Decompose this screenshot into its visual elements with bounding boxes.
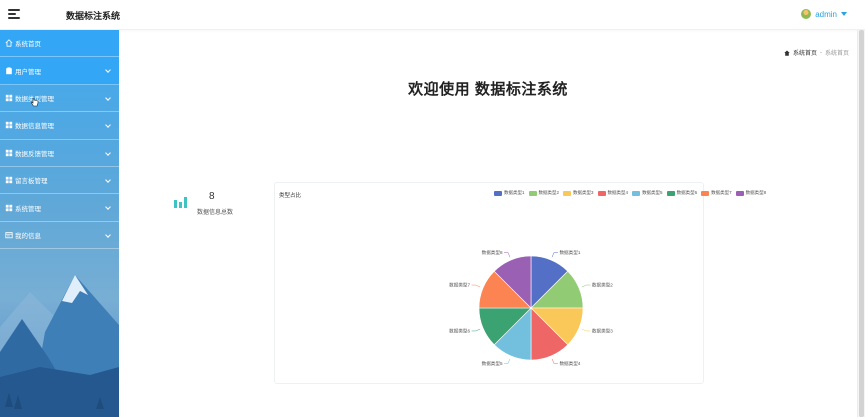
sidebar-item-system[interactable]: 系统管理 <box>0 194 119 222</box>
pie-slice-label: 数据类型7 <box>449 282 470 289</box>
stat-label: 数据信息总数 <box>197 210 234 216</box>
pie-slice-label: 数据类型2 <box>592 282 613 289</box>
avatar <box>801 9 812 19</box>
chevron-down-icon <box>105 122 111 129</box>
sidebar-item-label: 数据反馈管理 <box>15 150 54 158</box>
sidebar-item-label: 系统首页 <box>15 41 41 49</box>
user-name: admin <box>815 9 837 19</box>
pie-label-line <box>581 328 591 332</box>
sidebar-item-label: 数据信息管理 <box>15 123 54 131</box>
grid-icon <box>5 122 13 129</box>
chevron-down-icon <box>105 177 111 183</box>
sidebar-item-data-feedback[interactable]: 数据反馈管理 <box>0 140 119 167</box>
legend-item[interactable]: 数据类型8 <box>735 190 767 196</box>
grid-icon <box>5 94 13 102</box>
pie-slice-label: 数据类型8 <box>482 249 503 256</box>
sidebar: 系统首页 用户管理 数据类型管理 数据信息管理 数据反馈管理 留言板管理 系统管… <box>0 30 119 417</box>
chevron-down-icon <box>105 231 111 238</box>
sidebar-item-label: 留言板管理 <box>15 178 48 186</box>
pie-slice-label: 数据类型4 <box>559 360 580 367</box>
legend-swatch <box>735 190 744 196</box>
sidebar-item-data-info[interactable]: 数据信息管理 <box>0 112 119 140</box>
legend-label: 数据类型7 <box>711 190 732 195</box>
pie-label-line <box>471 284 481 288</box>
sidebar-item-user-management[interactable]: 用户管理 <box>0 57 119 85</box>
pie-label-line <box>504 252 511 258</box>
pie-chart-card: 类型占比 数据类型1 数据类型2 数据类型3 数据类型4 数据类型5 数据类型6 数据类型7… <box>274 182 766 384</box>
chevron-down-icon <box>105 67 111 74</box>
scrollbar[interactable] <box>857 30 865 417</box>
bar-chart-icon <box>174 197 187 208</box>
caret-down-icon <box>841 12 847 16</box>
grid-icon <box>5 176 13 184</box>
pie-label-line <box>504 358 511 364</box>
breadcrumb-current: 系统首页 <box>824 51 849 57</box>
pie-slice-label: 数据类型6 <box>449 328 470 335</box>
legend-item[interactable]: 数据类型7 <box>701 190 732 196</box>
pie-slice-label: 数据类型3 <box>592 328 613 335</box>
sidebar-item-label: 用户管理 <box>15 68 41 76</box>
home-icon <box>5 39 13 47</box>
user-menu[interactable]: admin <box>801 9 847 19</box>
mountain-background <box>0 275 119 417</box>
chevron-down-icon <box>105 204 111 211</box>
page-title: 欢迎使用 数据标注系统 <box>408 81 568 98</box>
pie-slice-label: 数据类型5 <box>482 360 503 367</box>
app-title: 数据标注系统 <box>66 11 121 21</box>
stat-card: 8 数据信息总数 <box>174 190 244 218</box>
mouse-cursor-icon <box>31 97 39 107</box>
sidebar-item-home[interactable]: 系统首页 <box>0 30 119 58</box>
sidebar-item-my-info[interactable]: 我的信息 <box>0 222 119 250</box>
chevron-down-icon <box>105 94 111 101</box>
profile-card-icon <box>5 232 13 239</box>
breadcrumb-home[interactable]: 系统首页 <box>793 48 817 57</box>
pie-label-line <box>551 358 558 364</box>
pie-label-line <box>471 328 481 332</box>
breadcrumb: 系统首页 - 系统首页 <box>784 48 849 57</box>
stat-value: 8 <box>209 191 215 202</box>
breadcrumb-separator: - <box>819 49 822 56</box>
sidebar-item-label: 我的信息 <box>15 232 41 240</box>
sidebar-item-message-board[interactable]: 留言板管理 <box>0 167 119 195</box>
scrollbar-thumb[interactable] <box>859 30 864 417</box>
sidebar-item-label: 系统管理 <box>15 205 41 213</box>
grid-icon <box>5 204 13 211</box>
grid-icon <box>5 149 13 156</box>
main-content: 系统首页 - 系统首页 欢迎使用 数据标注系统 8 数据信息总数 类型占比 数据… <box>119 30 857 417</box>
top-header: 数据标注系统 admin <box>0 0 865 30</box>
home-icon <box>784 49 790 56</box>
pie-chart: 数据类型1 数据类型2 数据类型3 数据类型4 数据类型5 数据类型6 数据类型7 数据类型8 <box>449 249 613 367</box>
pie-slice-label: 数据类型1 <box>559 249 580 256</box>
sidebar-item-data-type[interactable]: 数据类型管理 <box>0 85 119 113</box>
menu-toggle-icon[interactable] <box>8 9 20 20</box>
user-manage-icon <box>6 66 12 74</box>
pie-label-line <box>581 284 591 288</box>
chevron-down-icon <box>105 149 111 156</box>
pie-label-line <box>551 252 558 258</box>
legend-label: 数据类型8 <box>745 190 767 195</box>
